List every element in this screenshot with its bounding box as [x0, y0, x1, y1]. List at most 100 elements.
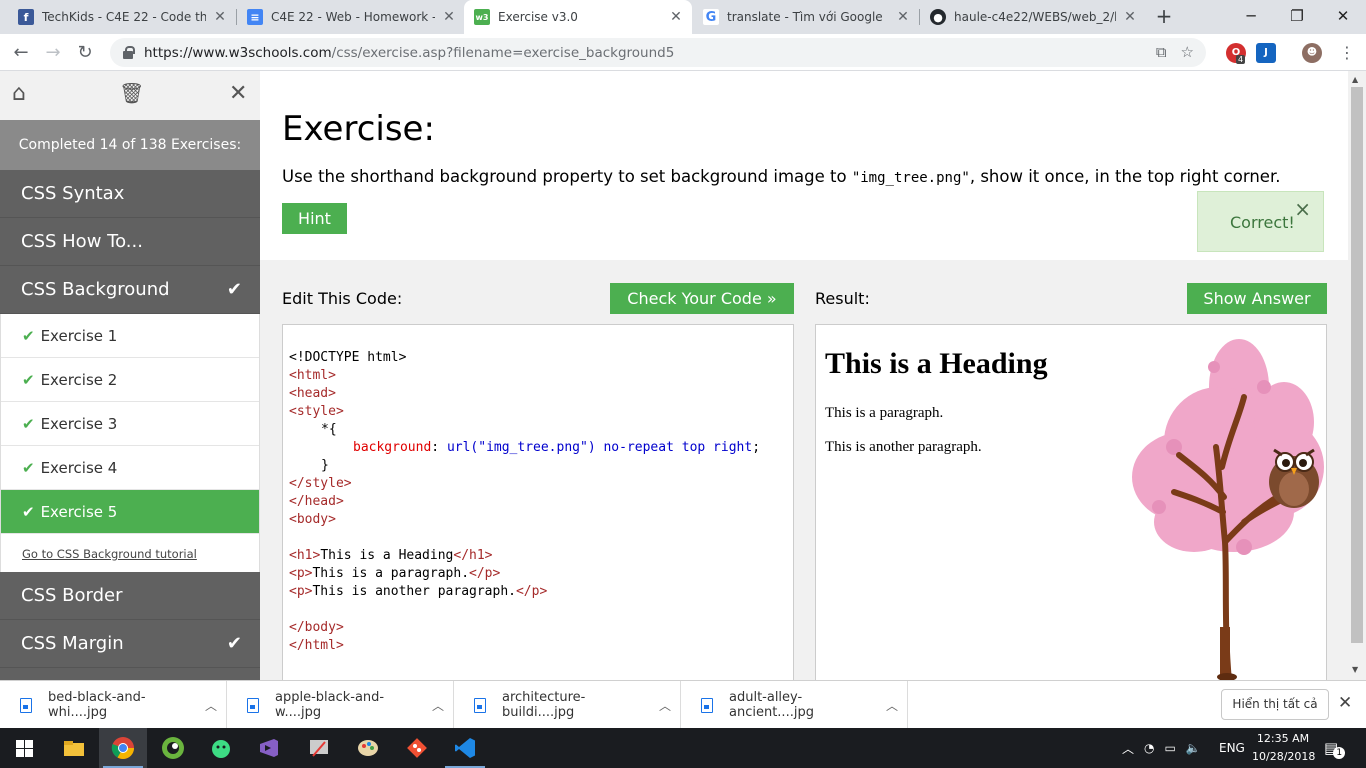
chevron-up-icon[interactable]: ︿: [1122, 740, 1134, 757]
restore-button[interactable]: ❐: [1274, 0, 1320, 34]
html-tag: <p>: [289, 584, 313, 599]
scroll-down-icon[interactable]: ▼: [1352, 665, 1358, 674]
lock-icon: [122, 45, 135, 60]
close-alert-icon[interactable]: ×: [1294, 178, 1311, 240]
download-item[interactable]: bed-black-and-whi....jpg ︿: [0, 681, 227, 729]
html-text: This is a paragraph.: [312, 566, 470, 581]
close-tab-icon[interactable]: ✕: [668, 9, 684, 25]
close-sidebar-icon[interactable]: ✕: [229, 81, 247, 106]
scroll-up-icon[interactable]: ▲: [1352, 75, 1358, 84]
profile-avatar[interactable]: ☻: [1302, 43, 1322, 63]
hint-button[interactable]: Hint: [282, 203, 347, 234]
chevron-up-icon[interactable]: ︿: [650, 697, 680, 714]
translate-icon[interactable]: ⧉: [1156, 43, 1167, 61]
exercise-item-4[interactable]: ✔ Exercise 4: [1, 446, 259, 490]
windows-start-icon[interactable]: [0, 728, 48, 768]
tab-title: Exercise v3.0: [498, 10, 578, 24]
vscode-icon[interactable]: [441, 728, 489, 768]
paint-icon[interactable]: [344, 728, 392, 768]
sidebar-category-background[interactable]: CSS Background ✔: [0, 266, 260, 314]
exercise-label: Exercise 1: [40, 327, 118, 345]
chevron-up-icon[interactable]: ︿: [196, 697, 226, 714]
chevron-up-icon[interactable]: ︿: [423, 697, 453, 714]
css-colon: :: [431, 440, 440, 455]
sidebar-category-margin[interactable]: CSS Margin ✔: [0, 620, 260, 668]
category-label: CSS Syntax: [21, 183, 125, 204]
check-code-button[interactable]: Check Your Code »: [610, 283, 794, 314]
notifications-icon[interactable]: ▤ 1: [1324, 728, 1346, 768]
address-bar[interactable]: https://www.w3schools.com/css/exercise.a…: [110, 38, 1206, 67]
browser-toolbar: ← → ↻ https://www.w3schools.com/css/exer…: [0, 34, 1366, 71]
download-filename: apple-black-and-w....jpg: [275, 690, 385, 720]
image-file-icon: [247, 697, 259, 713]
html-tag: </p>: [469, 566, 501, 581]
sidebar-toolbar: ⌂ 🗑 ✕: [0, 71, 260, 120]
exercise-item-2[interactable]: ✔ Exercise 2: [1, 358, 259, 402]
code-editor[interactable]: <!DOCTYPE html> <html> <head> <style> *{back…: [282, 324, 794, 680]
exercise-item-3[interactable]: ✔ Exercise 3: [1, 402, 259, 446]
browser-tab-4[interactable]: G translate - Tìm với Google ✕: [693, 0, 919, 34]
download-filename: bed-black-and-whi....jpg: [48, 690, 146, 720]
coccoc-icon[interactable]: [149, 728, 197, 768]
close-tab-icon[interactable]: ✕: [441, 9, 457, 25]
browser-tab-5[interactable]: ● haule-c4e22/WEBS/web_2/hor ✕: [920, 0, 1146, 34]
code-line: </body>: [289, 620, 344, 635]
code-line: <html>: [289, 368, 336, 383]
trash-icon[interactable]: 🗑: [119, 81, 144, 105]
wifi-icon[interactable]: ◔: [1144, 741, 1154, 755]
checkmark-icon: ✔: [226, 279, 242, 300]
bookmark-star-icon[interactable]: ☆: [1181, 43, 1194, 61]
minimize-button[interactable]: ─: [1228, 0, 1274, 34]
exercise-label: Exercise 2: [40, 371, 118, 389]
notification-count: 1: [1333, 747, 1346, 759]
close-tab-icon[interactable]: ✕: [1122, 9, 1138, 25]
browser-tab-3-active[interactable]: w3 Exercise v3.0 ✕: [464, 0, 692, 34]
volume-icon[interactable]: 🔈: [1186, 741, 1201, 755]
close-download-bar-icon[interactable]: ✕: [1338, 693, 1352, 713]
close-tab-icon[interactable]: ✕: [212, 9, 228, 25]
git-icon[interactable]: [393, 728, 441, 768]
taskbar-clock[interactable]: 12:35 AM 10/28/2018: [1252, 730, 1315, 766]
exercise-item-1[interactable]: ✔ Exercise 1: [1, 314, 259, 358]
html-tag: </p>: [515, 584, 548, 599]
back-button[interactable]: ←: [8, 40, 34, 66]
file-explorer-icon[interactable]: [50, 728, 98, 768]
exercise-item-5-active[interactable]: ✔ Exercise 5: [1, 490, 259, 534]
browser-tab-1[interactable]: f TechKids - C4E 22 - Code the c ✕: [8, 0, 236, 34]
forward-button[interactable]: →: [40, 40, 66, 66]
category-label: CSS Border: [21, 585, 123, 606]
download-item[interactable]: adult-alley-ancient....jpg ︿: [681, 681, 908, 729]
close-window-button[interactable]: ✕: [1320, 0, 1366, 34]
checkmark-icon: ✔: [22, 459, 35, 477]
code-line: </html>: [289, 638, 344, 653]
home-icon[interactable]: ⌂: [12, 81, 26, 106]
sidebar-category-syntax[interactable]: CSS Syntax: [0, 170, 260, 218]
css-brace: }: [321, 458, 329, 473]
windows-taskbar: ︿ ◔ ▭ 🔈 ENG 12:35 AM 10/28/2018 ▤ 1: [0, 728, 1366, 768]
checkmark-icon: ✔: [22, 415, 35, 433]
browser-tab-2[interactable]: ≡ C4E 22 - Web - Homework - Sc ✕: [237, 0, 465, 34]
android-studio-icon[interactable]: [197, 728, 245, 768]
tutorial-link[interactable]: Go to CSS Background tutorial: [1, 534, 259, 572]
download-item[interactable]: architecture-buildi....jpg ︿: [454, 681, 681, 729]
scrollbar-thumb[interactable]: [1351, 87, 1363, 643]
reload-button[interactable]: ↻: [72, 40, 98, 66]
sidebar-category-howto[interactable]: CSS How To...: [0, 218, 260, 266]
new-tab-button[interactable]: +: [1152, 5, 1176, 29]
chevron-up-icon[interactable]: ︿: [877, 697, 907, 714]
close-tab-icon[interactable]: ✕: [895, 9, 911, 25]
sidebar-category-border[interactable]: CSS Border: [0, 572, 260, 620]
snipping-tool-icon[interactable]: [295, 728, 343, 768]
language-indicator[interactable]: ENG: [1219, 728, 1245, 768]
battery-icon[interactable]: ▭: [1165, 741, 1176, 755]
visual-studio-icon[interactable]: [245, 728, 293, 768]
chrome-icon[interactable]: [99, 728, 147, 768]
page-scrollbar[interactable]: ▲ ▼: [1348, 71, 1366, 680]
download-item[interactable]: apple-black-and-w....jpg ︿: [227, 681, 454, 729]
extension-j-icon[interactable]: J: [1256, 43, 1276, 63]
code-line: <h1>This is a Heading</h1>: [289, 547, 793, 565]
show-answer-button[interactable]: Show Answer: [1187, 283, 1327, 314]
chrome-menu-icon[interactable]: ⋮: [1334, 40, 1360, 66]
show-all-downloads-button[interactable]: Hiển thị tất cả: [1221, 689, 1329, 720]
